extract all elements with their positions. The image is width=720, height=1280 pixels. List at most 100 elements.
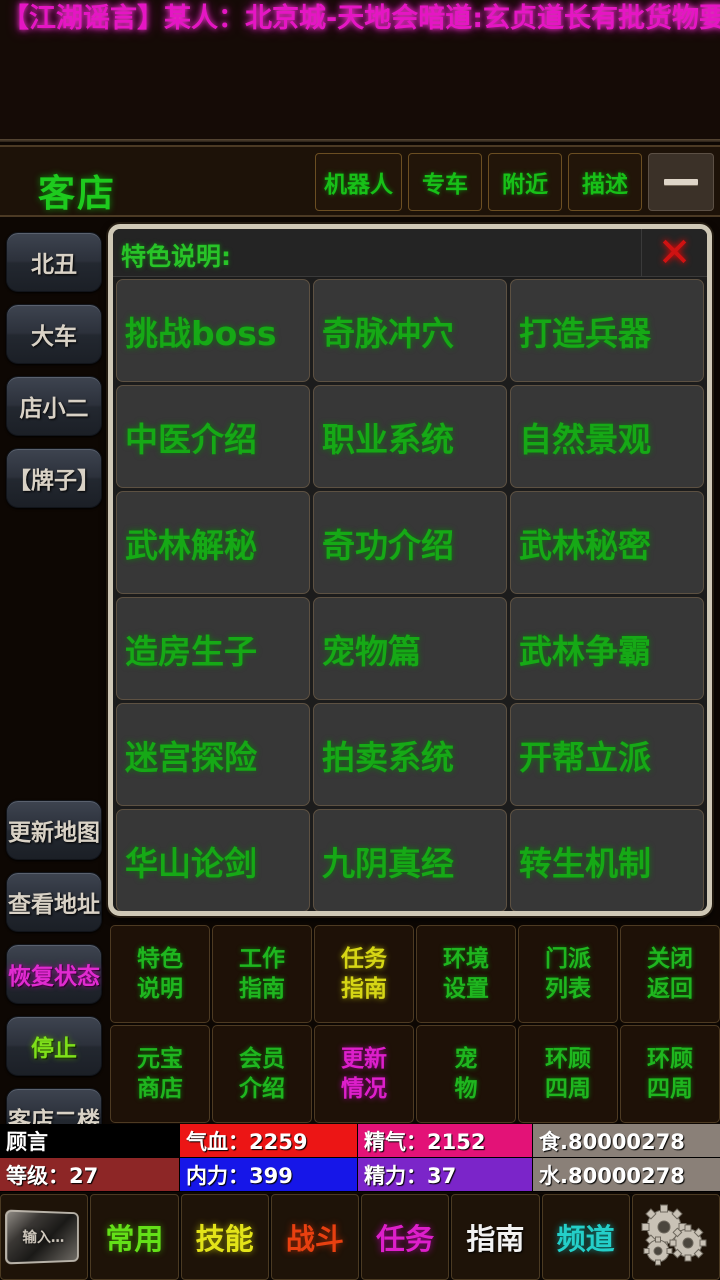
transport-button[interactable]: 专车 xyxy=(408,153,482,211)
feature-option[interactable]: 挑战boss xyxy=(116,279,310,382)
command-line2: 列表 xyxy=(545,976,591,1002)
mp-bar: 内力：399 xyxy=(180,1158,357,1191)
level-bar: 等级：27 xyxy=(0,1158,179,1191)
command-button[interactable]: 环顾 四周 xyxy=(620,1025,720,1123)
command-grid: 特色 说明 工作 指南 任务 指南 环境 设置 门派 列表 关闭 返回 元宝 商… xyxy=(110,925,720,1123)
command-line1: 环顾 xyxy=(545,1046,591,1072)
room-title: 客店 xyxy=(38,172,116,215)
sidebar-item-beichou[interactable]: 北丑 xyxy=(6,232,102,292)
broadcast-text: 【江湖谣言】某人：北京城-天地会暗道:玄贞道长有批货物要送到 xyxy=(2,3,720,34)
marquee-divider xyxy=(0,139,720,142)
sidebar-item-stop[interactable]: 停止 xyxy=(6,1016,102,1076)
sidebar-item-dache[interactable]: 大车 xyxy=(6,304,102,364)
feature-option[interactable]: 转生机制 xyxy=(510,809,704,911)
command-button[interactable]: 工作 指南 xyxy=(212,925,312,1023)
gears-icon xyxy=(640,1203,712,1271)
command-line2: 说明 xyxy=(137,976,183,1002)
player-name: 顾言 xyxy=(0,1124,179,1157)
close-icon[interactable]: ✕ xyxy=(641,229,707,276)
title-bar: 客店 机器人 专车 附近 描述 xyxy=(0,145,720,217)
feature-option[interactable]: 自然景观 xyxy=(510,385,704,488)
feature-guide-dialog: 特色说明: ✕ 挑战boss 奇脉冲穴 打造兵器 中医介绍 职业系统 自然景观 … xyxy=(108,224,712,916)
command-line2: 四周 xyxy=(545,1076,591,1102)
command-line2: 介绍 xyxy=(239,1076,285,1102)
robot-button[interactable]: 机器人 xyxy=(315,153,402,211)
command-line2: 商店 xyxy=(137,1076,183,1102)
settings-button[interactable] xyxy=(631,1194,720,1280)
chat-input-button[interactable]: 输入… xyxy=(0,1194,89,1280)
command-button[interactable]: 更新 情况 xyxy=(314,1025,414,1123)
command-button[interactable]: 会员 介绍 xyxy=(212,1025,312,1123)
command-line1: 特色 xyxy=(137,946,183,972)
minimize-icon xyxy=(664,179,698,185)
feature-option[interactable]: 拍卖系统 xyxy=(313,703,507,806)
command-line2: 物 xyxy=(454,1076,478,1102)
command-line1: 环顾 xyxy=(647,1046,693,1072)
feature-option[interactable]: 武林争霸 xyxy=(510,597,704,700)
feature-option[interactable]: 九阴真经 xyxy=(313,809,507,911)
feature-option[interactable]: 华山论剑 xyxy=(116,809,310,911)
command-button[interactable]: 任务 指南 xyxy=(314,925,414,1023)
food-bar: 食.80000278 xyxy=(533,1124,720,1157)
nav-item-guide[interactable]: 指南 xyxy=(451,1194,540,1280)
nav-item-common[interactable]: 常用 xyxy=(90,1194,179,1280)
describe-button[interactable]: 描述 xyxy=(568,153,642,211)
status-bars: 顾言 气血：2259 精气：2152 食.80000278 等级：27 内力：3… xyxy=(0,1124,720,1192)
command-line1: 会员 xyxy=(239,1046,285,1072)
command-line1: 工作 xyxy=(239,946,285,972)
command-button[interactable]: 环顾 四周 xyxy=(518,1025,618,1123)
feature-option[interactable]: 武林秘密 xyxy=(510,491,704,594)
feature-option[interactable]: 武林解秘 xyxy=(116,491,310,594)
nav-item-skills[interactable]: 技能 xyxy=(180,1194,269,1280)
command-line1: 宠 xyxy=(454,1046,478,1072)
sidebar-item-view-address[interactable]: 查看地址 xyxy=(6,872,102,932)
nearby-button[interactable]: 附近 xyxy=(488,153,562,211)
sidebar-item-paizi[interactable]: 【牌子】 xyxy=(6,448,102,508)
title-bar-actions: 机器人 专车 附近 描述 xyxy=(315,153,714,211)
feature-option[interactable]: 迷宫探险 xyxy=(116,703,310,806)
command-line1: 任务 xyxy=(341,946,387,972)
nav-item-channel[interactable]: 频道 xyxy=(541,1194,630,1280)
feature-option[interactable]: 奇功介绍 xyxy=(313,491,507,594)
command-line2: 四周 xyxy=(647,1076,693,1102)
command-line2: 指南 xyxy=(239,976,285,1002)
command-line1: 门派 xyxy=(545,946,591,972)
feature-option[interactable]: 开帮立派 xyxy=(510,703,704,806)
command-line2: 返回 xyxy=(647,976,693,1002)
feature-option[interactable]: 宠物篇 xyxy=(313,597,507,700)
nav-item-combat[interactable]: 战斗 xyxy=(270,1194,359,1280)
dialog-title: 特色说明: xyxy=(121,242,231,271)
dialog-header: 特色说明: ✕ xyxy=(113,229,707,277)
bottom-nav: 输入… 常用 技能 战斗 任务 指南 频道 xyxy=(0,1194,720,1280)
feature-option-grid: 挑战boss 奇脉冲穴 打造兵器 中医介绍 职业系统 自然景观 武林解秘 奇功介… xyxy=(113,277,707,911)
water-bar: 水.80000278 xyxy=(533,1158,720,1191)
nav-item-quests[interactable]: 任务 xyxy=(361,1194,450,1280)
command-line1: 更新 xyxy=(341,1046,387,1072)
stamina-bar: 精力：37 xyxy=(358,1158,532,1191)
sidebar-item-dianxiaoer[interactable]: 店小二 xyxy=(6,376,102,436)
command-line1: 环境 xyxy=(443,946,489,972)
hp-bar: 气血：2259 xyxy=(180,1124,357,1157)
sidebar-item-restore-state[interactable]: 恢复状态 xyxy=(6,944,102,1004)
command-line1: 关闭 xyxy=(647,946,693,972)
feature-option[interactable]: 奇脉冲穴 xyxy=(313,279,507,382)
input-chip: 输入… xyxy=(5,1209,79,1265)
game-screen: 【江湖谣言】某人：北京城-天地会暗道:玄贞道长有批货物要送到 客店 机器人 专车… xyxy=(0,0,720,1280)
broadcast-marquee: 【江湖谣言】某人：北京城-天地会暗道:玄贞道长有批货物要送到 xyxy=(0,0,720,142)
spirit-bar: 精气：2152 xyxy=(358,1124,532,1157)
feature-option[interactable]: 造房生子 xyxy=(116,597,310,700)
command-line1: 元宝 xyxy=(137,1046,183,1072)
feature-option[interactable]: 打造兵器 xyxy=(510,279,704,382)
command-button[interactable]: 门派 列表 xyxy=(518,925,618,1023)
command-button[interactable]: 特色 说明 xyxy=(110,925,210,1023)
command-button[interactable]: 关闭 返回 xyxy=(620,925,720,1023)
command-button[interactable]: 元宝 商店 xyxy=(110,1025,210,1123)
command-button[interactable]: 宠 物 xyxy=(416,1025,516,1123)
command-line2: 情况 xyxy=(341,1076,387,1102)
command-button[interactable]: 环境 设置 xyxy=(416,925,516,1023)
minimize-button[interactable] xyxy=(648,153,714,211)
command-line2: 指南 xyxy=(341,976,387,1002)
feature-option[interactable]: 中医介绍 xyxy=(116,385,310,488)
sidebar-item-update-map[interactable]: 更新地图 xyxy=(6,800,102,860)
feature-option[interactable]: 职业系统 xyxy=(313,385,507,488)
